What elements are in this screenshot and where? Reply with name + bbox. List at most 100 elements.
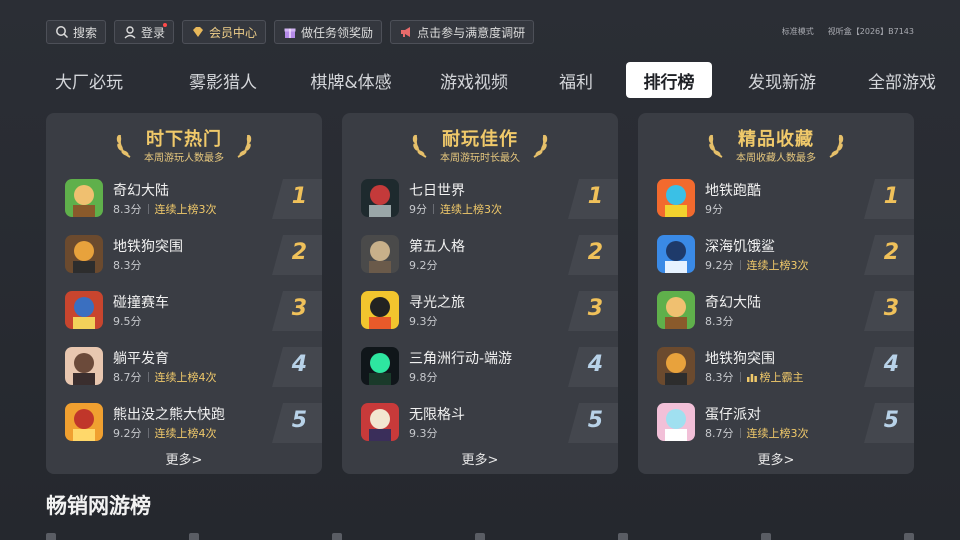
- danzai-paidui-icon: [657, 403, 695, 441]
- game-score: 8.3分: [113, 203, 142, 216]
- game-meta: 9.3分: [409, 313, 438, 329]
- mode-label[interactable]: 标准模式: [782, 26, 814, 37]
- more-link[interactable]: 更多>: [638, 449, 914, 468]
- tangping-fayu-icon: [65, 347, 103, 385]
- tab-wuying[interactable]: 雾影猎人: [168, 62, 278, 98]
- section-title: 畅销网游榜: [46, 494, 151, 518]
- wuxian-gedou-icon: [361, 403, 399, 441]
- game-score: 8.3分: [113, 259, 142, 272]
- device-label: 视听盒【2026】B7143: [827, 27, 914, 36]
- rank-number: 1: [883, 184, 899, 209]
- game-score: 8.7分: [113, 371, 142, 384]
- pengzhuang-saiche-icon: [65, 291, 103, 329]
- ditie-gou-icon: [65, 235, 103, 273]
- game-score: 9分: [705, 203, 723, 216]
- list-item[interactable]: 碰撞赛车 9.5分 3: [46, 285, 322, 335]
- game-score: 8.7分: [705, 427, 734, 440]
- game-meta: 8.3分: [113, 257, 142, 273]
- card-subtitle: 本周游玩时长最久: [440, 153, 520, 164]
- game-name: 无限格斗: [409, 407, 465, 423]
- list-item[interactable]: 躺平发育 8.7分 连续上榜4次 4: [46, 341, 322, 391]
- game-meta: 9.5分: [113, 313, 142, 329]
- list-item[interactable]: 第五人格 9.2分 2: [342, 229, 618, 279]
- list-item[interactable]: 蛋仔派对 8.7分 连续上榜3次 5: [638, 397, 914, 447]
- list-item[interactable]: 无限格斗 9.3分 5: [342, 397, 618, 447]
- rank-number: 1: [291, 184, 307, 209]
- game-meta: 8.7分 连续上榜4次: [113, 369, 217, 385]
- card-favorites: 精品收藏 本周收藏人数最多 地铁跑酷 9分 1 深海饥饿鲨 9.2分 连续上榜3次 2 奇幻大陆 8…: [638, 113, 914, 474]
- shenhai-sha-icon: [657, 235, 695, 273]
- qihuan-dalu-icon: [65, 179, 103, 217]
- ditie-gou-icon: [657, 347, 695, 385]
- game-name: 蛋仔派对: [705, 407, 761, 423]
- rank-number: 2: [291, 240, 307, 265]
- list-item[interactable]: 寻光之旅 9.3分 3: [342, 285, 618, 335]
- game-name: 第五人格: [409, 239, 465, 255]
- game-meta: 8.3分: [705, 313, 734, 329]
- game-score: 8.3分: [705, 315, 734, 328]
- list-item[interactable]: 地铁狗突围 8.3分 榜上霸主 4: [638, 341, 914, 391]
- game-meta: 9分 连续上榜3次: [409, 201, 502, 217]
- laurel-icon: [237, 134, 252, 158]
- qihuan-dalu-icon: [657, 291, 695, 329]
- game-name: 地铁狗突围: [705, 351, 775, 367]
- card-title: 精品收藏: [738, 129, 814, 150]
- search-button[interactable]: 搜索: [46, 20, 107, 44]
- card-subtitle: 本周收藏人数最多: [736, 153, 816, 164]
- more-link[interactable]: 更多>: [46, 449, 322, 468]
- list-item[interactable]: 奇幻大陆 8.3分 3: [638, 285, 914, 335]
- tab-qipai[interactable]: 棋牌&体感: [296, 62, 406, 98]
- game-name: 奇幻大陆: [113, 183, 169, 199]
- rank-tag: 连续上榜4次: [154, 427, 217, 440]
- game-name: 寻光之旅: [409, 295, 465, 311]
- rank-tag: 连续上榜3次: [746, 259, 809, 272]
- list-item[interactable]: 地铁跑酷 9分 1: [638, 173, 914, 223]
- game-name: 熊出没之熊大快跑: [113, 407, 225, 423]
- divider: [147, 204, 149, 214]
- user-icon: [124, 26, 136, 39]
- list-item[interactable]: 三角洲行动-端游 9.8分 4: [342, 341, 618, 391]
- status-info: 标准模式 视听盒【2026】B7143: [782, 26, 914, 37]
- more-link[interactable]: 更多>: [342, 449, 618, 468]
- tab-dachang[interactable]: 大厂必玩: [46, 62, 132, 98]
- game-name: 碰撞赛车: [113, 295, 169, 311]
- game-name: 地铁狗突围: [113, 239, 183, 255]
- card-title: 时下热门: [146, 129, 222, 150]
- divider: [147, 428, 149, 438]
- card-title: 耐玩佳作: [442, 129, 518, 150]
- diwu-renge-icon: [361, 235, 399, 273]
- login-button[interactable]: 登录: [114, 20, 175, 44]
- diamond-icon: [193, 27, 204, 37]
- tab-all-games[interactable]: 全部游戏: [854, 62, 950, 98]
- vip-center-label: 会员中心: [209, 25, 258, 40]
- next-row-peek: [46, 533, 914, 540]
- tab-welfare[interactable]: 福利: [546, 62, 606, 98]
- rank-tag: 连续上榜3次: [746, 427, 809, 440]
- game-score: 9.2分: [409, 259, 438, 272]
- list-item[interactable]: 奇幻大陆 8.3分 连续上榜3次 1: [46, 173, 322, 223]
- tasks-button[interactable]: 做任务领奖励: [274, 20, 383, 44]
- list-item[interactable]: 深海饥饿鲨 9.2分 连续上榜3次 2: [638, 229, 914, 279]
- tab-videos[interactable]: 游戏视频: [426, 62, 522, 98]
- card-hot: 时下热门 本周游玩人数最多 奇幻大陆 8.3分 连续上榜3次 1 地铁狗突围 8.3分 2 碰撞赛…: [46, 113, 322, 474]
- tab-rankings[interactable]: 排行榜: [626, 62, 712, 98]
- sanjiaozhou-icon: [361, 347, 399, 385]
- rank-number: 4: [587, 352, 603, 377]
- login-label: 登录: [141, 25, 166, 40]
- tab-discover[interactable]: 发现新游: [734, 62, 830, 98]
- rank-number: 1: [587, 184, 603, 209]
- game-meta: 9.2分: [409, 257, 438, 273]
- rank-number: 4: [883, 352, 899, 377]
- game-name: 三角洲行动-端游: [409, 351, 513, 367]
- rank-number: 2: [883, 240, 899, 265]
- megaphone-icon: [401, 27, 411, 37]
- list-item[interactable]: 熊出没之熊大快跑 9.2分 连续上榜4次 5: [46, 397, 322, 447]
- list-item[interactable]: 七日世界 9分 连续上榜3次 1: [342, 173, 618, 223]
- rank-number: 3: [587, 296, 603, 321]
- game-score: 9.2分: [113, 427, 142, 440]
- game-score: 8.3分: [705, 371, 734, 384]
- rank-tag: 榜上霸主: [759, 371, 804, 384]
- list-item[interactable]: 地铁狗突围 8.3分 2: [46, 229, 322, 279]
- survey-button[interactable]: 点击参与满意度调研: [390, 20, 535, 44]
- vip-center-button[interactable]: 会员中心: [182, 20, 267, 44]
